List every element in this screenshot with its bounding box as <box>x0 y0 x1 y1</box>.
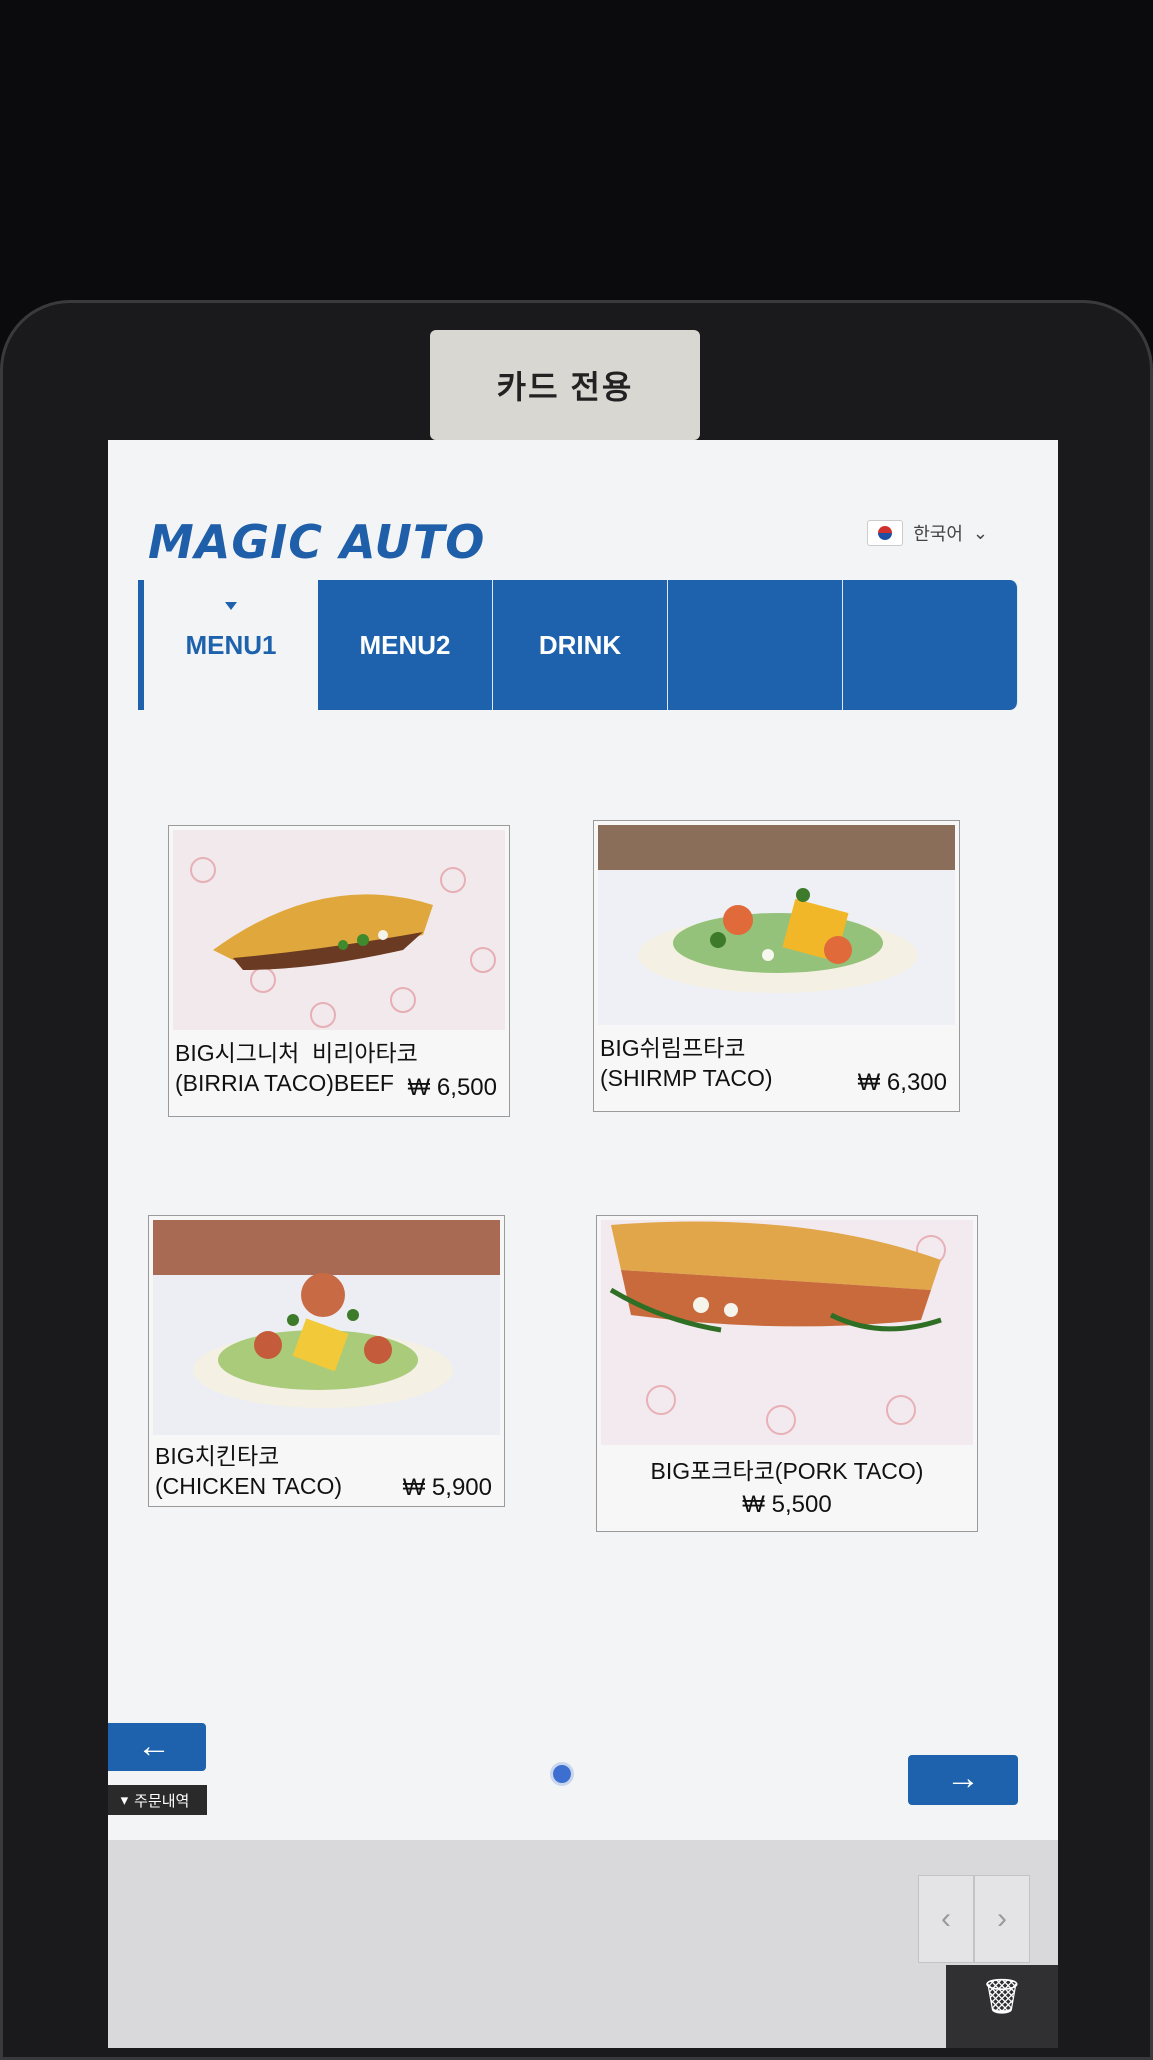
birria-taco-image <box>173 830 505 1030</box>
tab-drink[interactable]: DRINK <box>493 580 668 710</box>
item-name: BIG시그니처 비리아타코 (BIRRIA TACO)BEEF <box>175 1040 418 1096</box>
menu-item-shrimp-taco[interactable]: BIG쉬림프타코 (SHIRMP TACO) ₩ 6,300 <box>593 820 960 1112</box>
chevron-right-icon: › <box>997 1902 1007 1935</box>
chicken-taco-image <box>153 1220 500 1435</box>
menu-item-pork-taco[interactable]: BIG포크타코(PORK TACO) ₩ 5,500 <box>596 1215 978 1532</box>
item-price: ₩ 5,900 <box>402 1474 492 1501</box>
tab-empty-4[interactable] <box>668 580 843 710</box>
previous-page-button[interactable]: ← <box>108 1723 206 1771</box>
arrow-left-icon: ← <box>137 1727 171 1765</box>
tab-menu2[interactable]: MENU2 <box>318 580 493 710</box>
language-selector[interactable]: 한국어 ⌄ <box>867 520 988 546</box>
card-only-sticker: 카드 전용 <box>430 330 700 440</box>
kiosk-screen: MAGIC AUTO 한국어 ⌄ MENU1 MENU2 DRINK BIG시그… <box>108 440 1058 2048</box>
caret-down-icon: ▾ <box>120 1792 129 1809</box>
order-history-tab[interactable]: ▾ 주문내역 <box>108 1785 207 1815</box>
next-page-button[interactable]: → <box>908 1755 1018 1805</box>
menu-item-chicken-taco[interactable]: BIG치킨타코 (CHICKEN TACO) ₩ 5,900 <box>148 1215 505 1507</box>
language-label: 한국어 <box>913 524 963 544</box>
tab-menu1[interactable]: MENU1 <box>138 580 318 710</box>
item-price: ₩ 6,500 <box>407 1074 497 1101</box>
item-name: BIG쉬림프타코 (SHIRMP TACO) <box>600 1035 773 1091</box>
arrow-right-icon: → <box>946 1759 980 1797</box>
shrimp-taco-image <box>598 825 955 1025</box>
item-price: ₩ 6,300 <box>857 1069 947 1096</box>
chevron-left-icon: ‹ <box>941 1902 951 1935</box>
tab-empty-5[interactable] <box>843 580 1018 710</box>
item-price: ₩ 5,500 <box>742 1491 832 1518</box>
clear-order-button[interactable]: 🗑 <box>946 1965 1058 2048</box>
tray-next-button[interactable]: › <box>974 1875 1030 1963</box>
korea-flag-icon <box>867 520 904 546</box>
category-tabs: MENU1 MENU2 DRINK <box>138 580 1018 710</box>
pork-taco-image <box>601 1220 973 1445</box>
chevron-down-icon: ⌄ <box>972 522 988 543</box>
page-indicator-dot <box>550 1762 574 1786</box>
order-history-label: 주문내역 <box>134 1792 190 1810</box>
order-tray <box>108 1840 1058 2048</box>
trash-icon: 🗑 <box>980 1978 1024 2016</box>
item-name: BIG치킨타코 (CHICKEN TACO) <box>155 1443 342 1499</box>
brand-logo: MAGIC AUTO <box>148 515 486 569</box>
menu-item-birria-taco[interactable]: BIG시그니처 비리아타코 (BIRRIA TACO)BEEF ₩ 6,500 <box>168 825 510 1117</box>
item-name: BIG포크타코(PORK TACO) <box>650 1458 924 1484</box>
tray-prev-button[interactable]: ‹ <box>918 1875 974 1963</box>
